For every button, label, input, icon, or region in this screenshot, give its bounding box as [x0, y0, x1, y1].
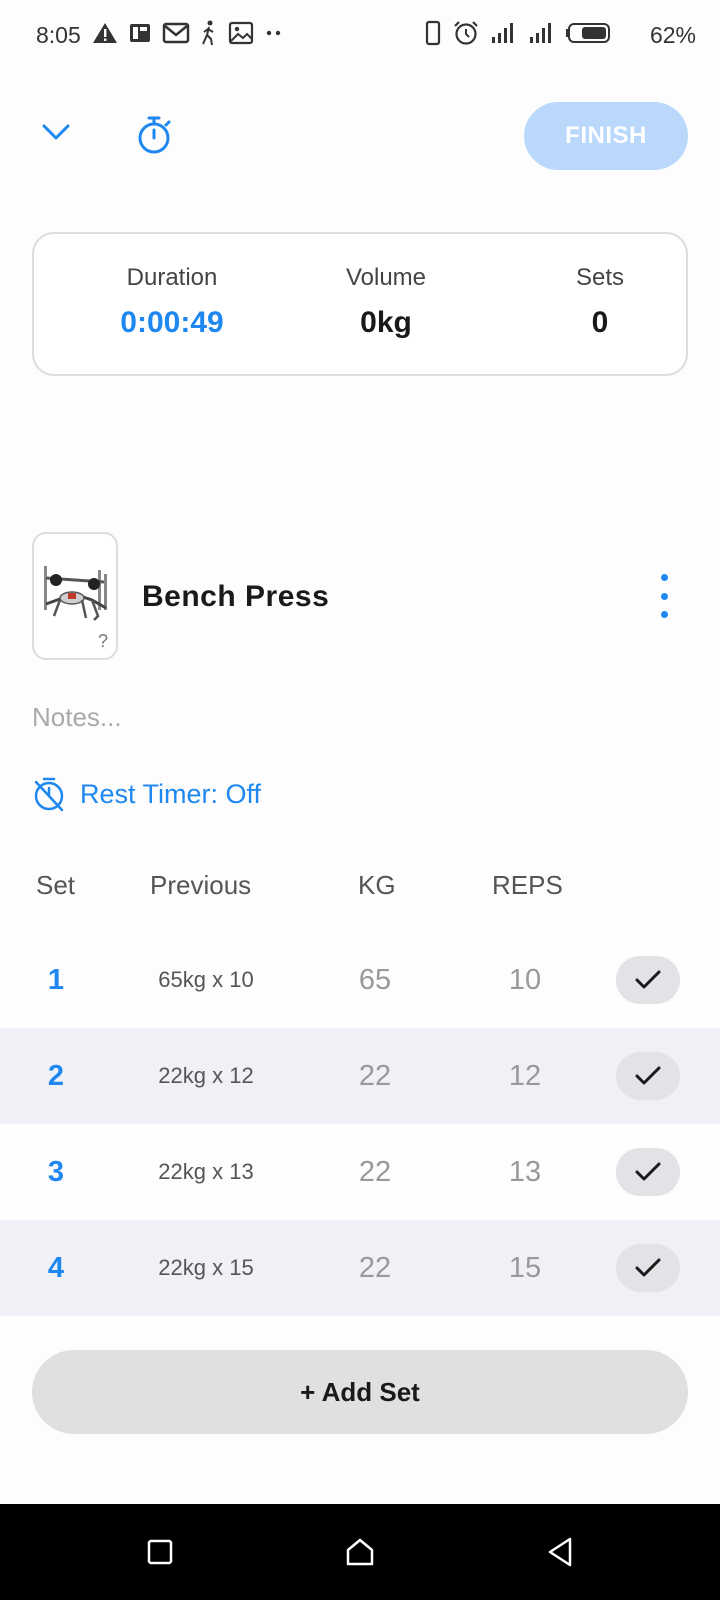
system-nav-bar [0, 1504, 720, 1600]
thumbnail-badge: ? [97, 631, 108, 651]
kg-input[interactable]: 22 [330, 1220, 420, 1316]
sets-stat: Sets 0 [500, 264, 700, 340]
previous-value[interactable]: 22kg x 15 [126, 1220, 286, 1316]
set-number: 3 [47, 1155, 65, 1188]
status-system-icons [424, 20, 612, 46]
kg-input[interactable]: 65 [330, 932, 420, 1028]
notes-input[interactable]: Notes... [32, 702, 122, 733]
set-number: 2 [47, 1059, 65, 1092]
kg-input[interactable]: 22 [330, 1028, 420, 1124]
status-time: 8:05 [36, 22, 81, 48]
collapse-button[interactable] [32, 108, 80, 156]
reps-input[interactable]: 13 [480, 1124, 570, 1220]
set-row: 3 22kg x 13 22 13 [0, 1124, 720, 1220]
set-row: 1 65kg x 10 65 10 [0, 932, 720, 1028]
column-header-set: Set [36, 870, 76, 900]
set-row: 2 22kg x 12 22 12 [0, 1028, 720, 1124]
volume-label: Volume [345, 264, 427, 291]
sets-label: Sets [575, 264, 625, 291]
gmail-icon [162, 22, 190, 44]
status-bar: 8:05 62% [0, 0, 720, 72]
column-header-kg: KG [358, 870, 396, 900]
complete-set-button[interactable] [616, 956, 680, 1004]
volume-value: 0kg [360, 306, 412, 339]
home-button[interactable] [336, 1528, 384, 1576]
column-header-reps: REPS [492, 870, 563, 900]
more-dots-icon [266, 30, 281, 36]
recents-square-icon [147, 1539, 173, 1565]
gallery-icon [228, 21, 254, 45]
volume-stat: Volume 0kg [286, 264, 486, 340]
sets-value: 0 [591, 306, 609, 339]
finish-button[interactable]: FINISH [524, 102, 688, 170]
warning-icon [93, 23, 117, 43]
timer-off-icon [34, 777, 64, 812]
complete-set-button[interactable] [616, 1052, 680, 1100]
signal-icon [492, 23, 513, 43]
duration-value: 0:00:49 [120, 306, 224, 339]
reps-input[interactable]: 15 [480, 1220, 570, 1316]
set-row: 4 22kg x 15 22 15 [0, 1220, 720, 1316]
add-set-button[interactable]: + Add Set [32, 1350, 688, 1434]
kg-input[interactable]: 22 [330, 1124, 420, 1220]
check-icon [635, 1066, 661, 1085]
walk-icon [202, 20, 214, 46]
battery-icon [566, 23, 610, 43]
check-icon [635, 970, 661, 989]
exercise-thumbnail[interactable]: ? [32, 532, 118, 660]
complete-set-button[interactable] [616, 1148, 680, 1196]
rest-timer-label: Rest Timer: Off [80, 778, 262, 809]
more-vertical-icon [660, 574, 668, 581]
set-number: 1 [47, 963, 65, 996]
exercise-name[interactable]: Bench Press [142, 580, 329, 614]
rest-timer-button[interactable]: Rest Timer: Off [32, 776, 261, 812]
home-icon [346, 1538, 374, 1566]
alarm-icon [454, 21, 478, 45]
previous-value[interactable]: 22kg x 13 [126, 1124, 286, 1220]
exercise-more-button[interactable] [648, 574, 680, 618]
previous-value[interactable]: 22kg x 12 [126, 1028, 286, 1124]
workout-summary-card: Duration 0:00:49 Volume 0kg Sets 0 [32, 232, 688, 376]
duration-label: Duration [126, 264, 218, 291]
reps-input[interactable]: 12 [480, 1028, 570, 1124]
recents-button[interactable] [136, 1528, 184, 1576]
pdf-icon [130, 24, 150, 42]
column-header-previous: Previous [150, 870, 252, 900]
vibrate-icon [425, 20, 441, 46]
check-icon [635, 1162, 661, 1181]
check-icon [635, 1258, 661, 1277]
set-number: 4 [47, 1251, 65, 1284]
duration-stat: Duration 0:00:49 [72, 264, 272, 340]
back-triangle-icon [548, 1537, 572, 1567]
battery-percent: 62% [649, 22, 696, 48]
stopwatch-button[interactable] [130, 108, 178, 162]
previous-value[interactable]: 65kg x 10 [126, 932, 286, 1028]
reps-input[interactable]: 10 [480, 932, 570, 1028]
signal-icon [530, 23, 551, 43]
status-notification-icons [92, 20, 284, 46]
stopwatch-icon [138, 116, 171, 154]
chevron-down-icon [42, 124, 70, 140]
complete-set-button[interactable] [616, 1244, 680, 1292]
back-button[interactable] [536, 1528, 584, 1576]
